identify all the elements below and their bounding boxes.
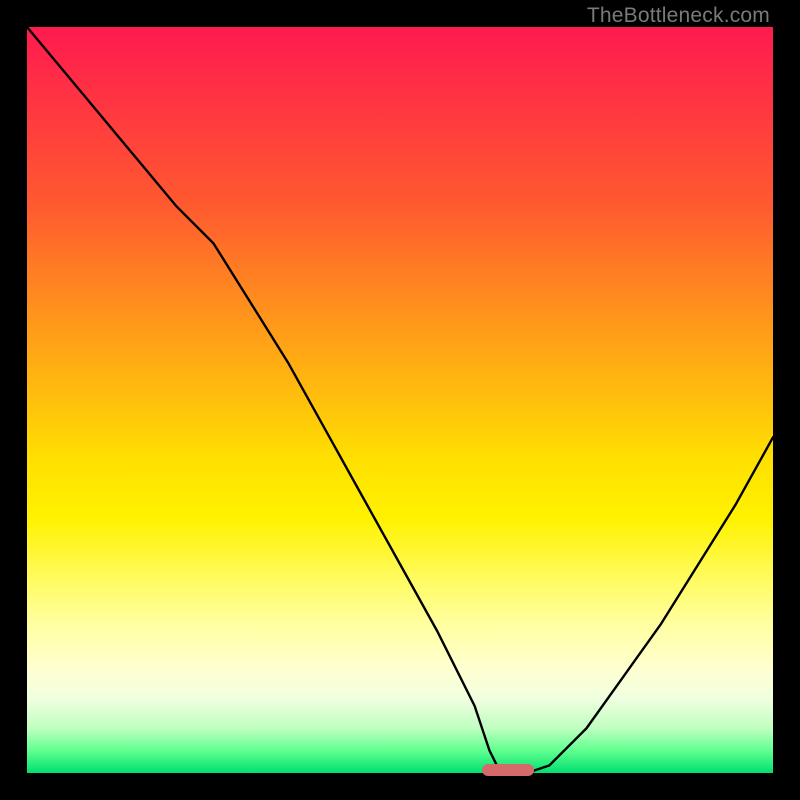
watermark-text: TheBottleneck.com xyxy=(587,4,770,28)
bottleneck-curve xyxy=(27,27,773,773)
chart-container: TheBottleneck.com xyxy=(0,0,800,800)
optimal-range-marker xyxy=(482,764,534,776)
plot-area xyxy=(27,27,773,773)
